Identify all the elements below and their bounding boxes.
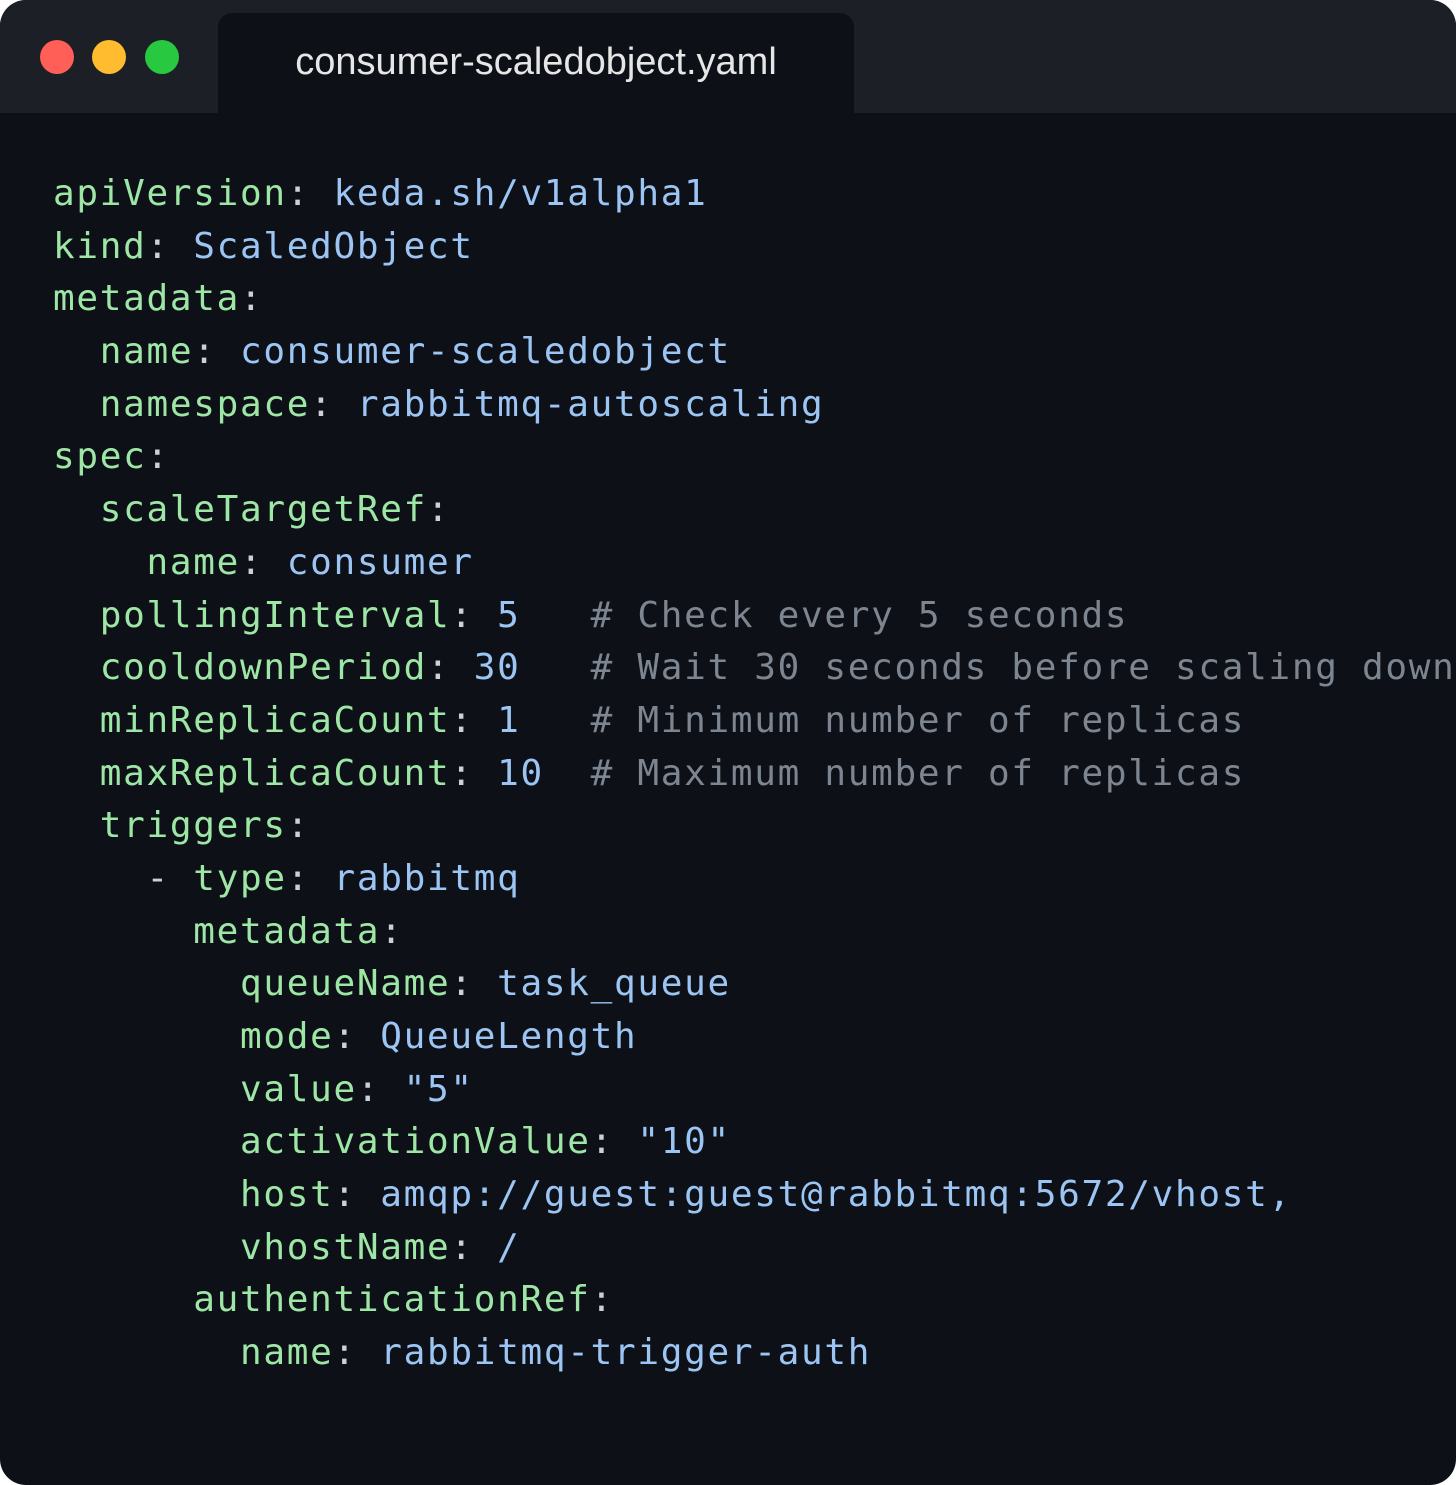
code-line: activationValue: "10" (53, 1116, 1455, 1169)
yaml-colon: : (356, 1068, 381, 1110)
minimize-window-button[interactable] (92, 40, 126, 74)
yaml-value: 10 (497, 752, 544, 794)
yaml-key: name (146, 541, 240, 583)
yaml-colon: : (333, 1016, 357, 1057)
yaml-key: queueName (240, 963, 451, 1005)
yaml-value: 5 (497, 594, 521, 636)
yaml-key: vhostName (240, 1226, 451, 1268)
code-line: apiVersion: keda.sh/v1alpha1 (53, 168, 1455, 221)
title-bar: consumer-scaledobject.yaml (0, 0, 1456, 113)
maximize-window-button[interactable] (145, 40, 179, 74)
yaml-colon: : (450, 1226, 474, 1268)
yaml-value: rabbitmq-autoscaling (356, 383, 825, 425)
yaml-colon: : (240, 278, 264, 320)
yaml-key: kind (53, 225, 147, 267)
yaml-colon: : (146, 436, 170, 478)
yaml-value: ScaledObject (193, 225, 474, 267)
yaml-comment: # Check every 5 seconds (590, 594, 1129, 636)
yaml-key: apiVersion (53, 173, 287, 214)
yaml-key: name (99, 331, 194, 373)
code-line: authenticationRef: (53, 1274, 1455, 1327)
yaml-colon: : (590, 1121, 614, 1163)
code-window: consumer-scaledobject.yaml apiVersion: k… (0, 0, 1456, 1485)
yaml-colon: : (146, 225, 170, 267)
code-line: host: amqp://guest:guest@rabbitmq:5672/v… (53, 1169, 1455, 1222)
yaml-comment: # Minimum number of replicas (590, 699, 1246, 741)
yaml-value: consumer-scaledobject (240, 331, 731, 373)
code-line: mode: QueueLength (53, 1011, 1455, 1064)
yaml-value: 1 (497, 699, 521, 741)
code-line: pollingInterval: 5 # Check every 5 secon… (53, 590, 1455, 643)
yaml-key: host (240, 1174, 334, 1216)
yaml-colon: : (450, 963, 474, 1005)
yaml-key: triggers (99, 805, 287, 847)
yaml-value: "10" (637, 1121, 731, 1163)
code-line: vhostName: / (53, 1222, 1455, 1275)
yaml-key: mode (240, 1016, 334, 1057)
yaml-key: metadata (193, 910, 381, 952)
yaml-value: amqp://guest:guest@rabbitmq:5672/vhost, (380, 1174, 1292, 1216)
yaml-value: keda.sh/v1alpha1 (333, 173, 708, 214)
yaml-key: cooldownPeriod (99, 647, 427, 689)
yaml-colon: : (286, 173, 311, 214)
code-line: name: consumer-scaledobject (53, 326, 1455, 379)
yaml-colon: : (450, 594, 474, 636)
code-line: metadata: (53, 906, 1455, 959)
file-tab-label: consumer-scaledobject.yaml (295, 40, 777, 83)
code-editor: apiVersion: keda.sh/v1alpha1 kind: Scaled… (53, 168, 1455, 1380)
yaml-value: 30 (473, 647, 521, 689)
yaml-value: rabbitmq (333, 857, 521, 899)
yaml-colon: : (426, 489, 451, 531)
yaml-comment: # Maximum number of replicas (590, 752, 1246, 794)
code-line: metadata: (53, 273, 1455, 326)
yaml-value: "5" (403, 1068, 474, 1110)
code-line: kind: ScaledObject (53, 221, 1455, 274)
yaml-colon: : (193, 331, 217, 373)
yaml-colon: : (450, 752, 474, 794)
code-line: triggers: (53, 800, 1455, 853)
yaml-colon: : (333, 1332, 357, 1374)
file-tab[interactable]: consumer-scaledobject.yaml (218, 13, 854, 113)
yaml-key: name (240, 1332, 334, 1374)
code-line: name: rabbitmq-trigger-auth (53, 1327, 1455, 1380)
yaml-key: maxReplicaCount (99, 752, 451, 794)
yaml-colon: : (333, 1174, 357, 1216)
yaml-key: scaleTargetRef (99, 489, 427, 531)
code-line: - type: rabbitmq (53, 853, 1455, 906)
yaml-value: / (497, 1226, 521, 1268)
yaml-colon: : (240, 541, 264, 583)
yaml-key: metadata (53, 278, 240, 320)
yaml-colon: : (426, 647, 451, 689)
code-line: maxReplicaCount: 10 # Maximum number of … (53, 748, 1455, 801)
code-line: minReplicaCount: 1 # Minimum number of r… (53, 695, 1455, 748)
yaml-key: pollingInterval (99, 594, 451, 636)
yaml-key: activationValue (240, 1121, 591, 1163)
yaml-value: consumer (286, 541, 474, 583)
yaml-key: value (240, 1068, 357, 1110)
yaml-colon: : (286, 857, 311, 899)
yaml-colon: : (450, 699, 474, 741)
yaml-value: QueueLength (380, 1016, 638, 1057)
yaml-colon: : (590, 1279, 614, 1321)
code-line: value: "5" (53, 1064, 1455, 1117)
code-line: cooldownPeriod: 30 # Wait 30 seconds bef… (53, 642, 1455, 695)
yaml-colon: : (380, 910, 404, 952)
yaml-colon: : (310, 383, 334, 425)
yaml-colon: : (286, 805, 311, 847)
yaml-key: namespace (99, 383, 311, 425)
yaml-value: task_queue (497, 963, 731, 1005)
yaml-key: type (193, 857, 287, 899)
yaml-key: authenticationRef (193, 1279, 591, 1321)
code-line: spec: (53, 431, 1455, 484)
code-line: namespace: rabbitmq-autoscaling (53, 379, 1455, 432)
list-dash: - (146, 857, 194, 899)
yaml-key: minReplicaCount (99, 699, 451, 741)
close-window-button[interactable] (40, 40, 74, 74)
yaml-key: spec (53, 436, 147, 478)
code-line: name: consumer (53, 537, 1455, 590)
yaml-value: rabbitmq-trigger-auth (380, 1332, 872, 1374)
yaml-comment: # Wait 30 seconds before scaling down (590, 647, 1456, 689)
code-line: queueName: task_queue (53, 958, 1455, 1011)
code-line: scaleTargetRef: (53, 484, 1455, 537)
